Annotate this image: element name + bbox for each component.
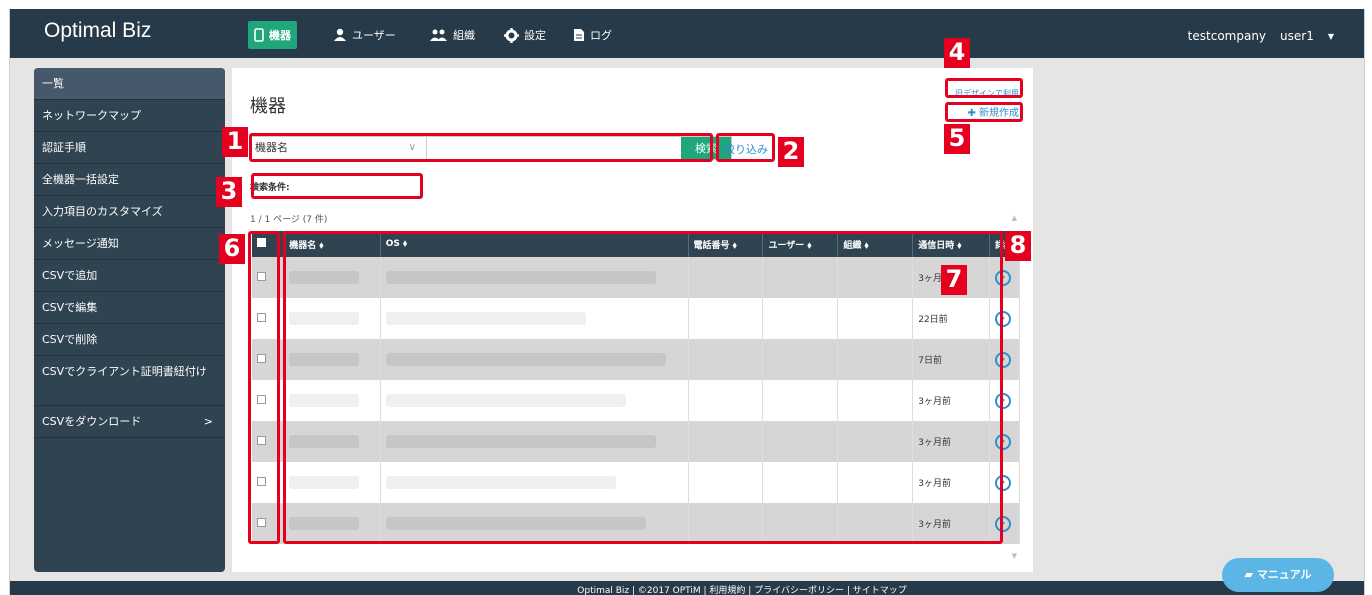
- sidebar-item-auth-steps[interactable]: 認証手順: [34, 132, 225, 164]
- caret-down-icon: ▼: [1327, 31, 1334, 41]
- annotation-box-1: [249, 133, 713, 162]
- nav-settings[interactable]: 設定: [504, 24, 546, 46]
- annotation-box-6: [248, 231, 280, 544]
- page-title: 機器: [250, 96, 286, 117]
- nav-users[interactable]: ユーザー: [333, 24, 396, 46]
- annotation-number-8: 8: [1005, 231, 1031, 261]
- sidebar-item-csv-cert[interactable]: CSVでクライアント証明書紐付け: [34, 356, 225, 406]
- annotation-number-2: 2: [778, 137, 804, 167]
- scroll-down-icon[interactable]: ▼: [1012, 552, 1017, 560]
- sidebar-item-bulk-settings[interactable]: 全機器一括設定: [34, 164, 225, 196]
- sidebar-item-customize-fields[interactable]: 入力項目のカスタマイズ: [34, 196, 225, 228]
- nav-logs[interactable]: ログ: [573, 24, 612, 46]
- gear-icon: [504, 27, 519, 43]
- company-name: testcompany: [1187, 29, 1267, 43]
- sidebar-item-csv-download[interactable]: CSVをダウンロード >: [34, 406, 225, 438]
- sidebar-item-message-notify[interactable]: メッセージ通知: [34, 228, 225, 260]
- phone-icon: [254, 28, 264, 42]
- annotation-box-4: [945, 78, 1023, 98]
- app-frame: Optimal Biz 機器 ユーザー 組織 設定 ログ testcompany…: [9, 9, 1365, 595]
- user-name: user1: [1280, 29, 1314, 43]
- manual-button[interactable]: ▰ マニュアル: [1222, 558, 1334, 592]
- annotation-box-3: [251, 173, 423, 199]
- sidebar-item-csv-edit[interactable]: CSVで編集: [34, 292, 225, 324]
- brand-logo[interactable]: Optimal Biz: [44, 19, 151, 43]
- annotation-number-3: 3: [216, 177, 242, 207]
- sidebar-item-csv-add[interactable]: CSVで追加: [34, 260, 225, 292]
- annotation-box-2: [716, 133, 775, 162]
- sidebar: 一覧 ネットワークマップ 認証手順 全機器一括設定 入力項目のカスタマイズ メッ…: [34, 68, 225, 572]
- annotation-number-7: 7: [941, 265, 967, 295]
- document-icon: [573, 28, 585, 42]
- nav-organization[interactable]: 組織: [430, 24, 475, 46]
- annotation-number-5: 5: [944, 124, 970, 154]
- annotation-number-1: 1: [222, 127, 248, 157]
- book-icon: ▰: [1244, 568, 1257, 581]
- top-nav: Optimal Biz 機器 ユーザー 組織 設定 ログ testcompany…: [10, 9, 1364, 58]
- annotation-number-4: 4: [944, 38, 970, 68]
- sidebar-item-network-map[interactable]: ネットワークマップ: [34, 100, 225, 132]
- sidebar-item-list[interactable]: 一覧: [34, 68, 225, 100]
- footer: Optimal Biz | ©2017 OPTiM | 利用規約 | プライバシ…: [10, 581, 1364, 595]
- scroll-up-icon[interactable]: ▲: [1012, 214, 1017, 222]
- annotation-number-6: 6: [219, 234, 245, 264]
- group-icon: [430, 28, 448, 42]
- account-menu[interactable]: testcompany user1 ▼: [1188, 29, 1334, 43]
- chevron-right-icon: >: [203, 415, 213, 428]
- nav-devices[interactable]: 機器: [248, 21, 297, 49]
- user-icon: [333, 28, 347, 42]
- pagination-info: 1 / 1 ページ (7 件): [250, 215, 328, 225]
- sidebar-item-csv-delete[interactable]: CSVで削除: [34, 324, 225, 356]
- annotation-box-5: [945, 102, 1023, 122]
- annotation-box-7: [283, 231, 1003, 544]
